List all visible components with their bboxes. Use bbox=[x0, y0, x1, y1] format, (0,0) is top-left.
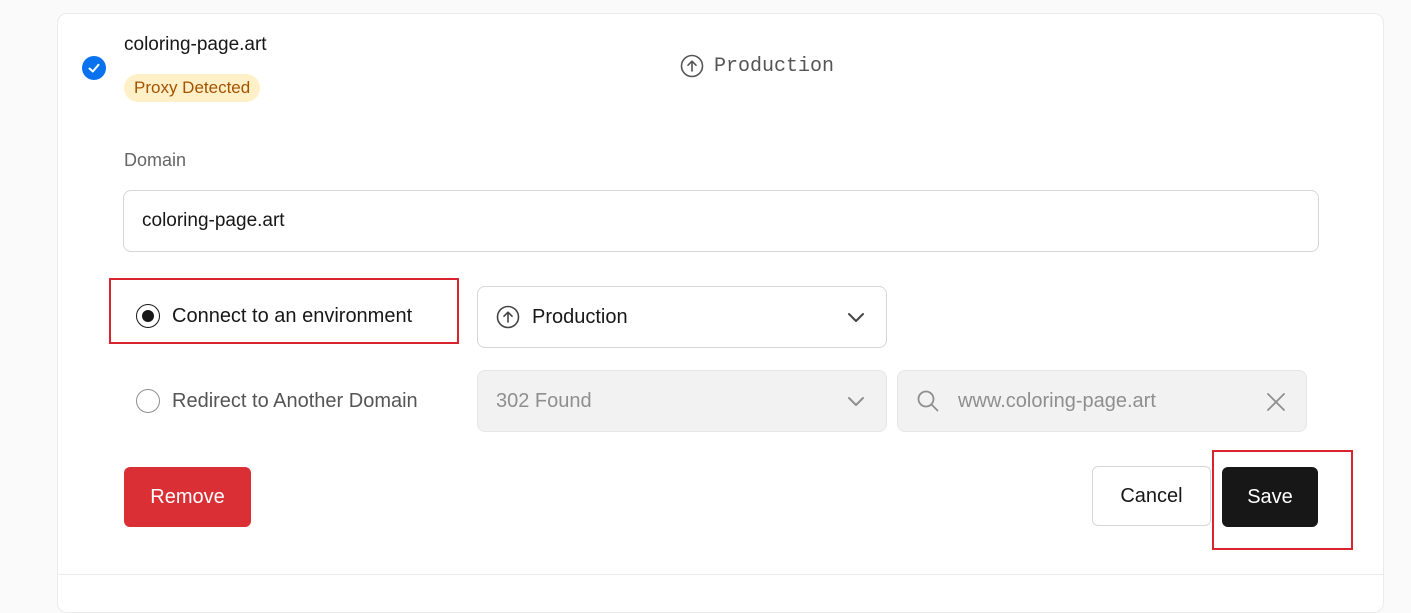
card-divider bbox=[57, 574, 1384, 575]
domain-input[interactable] bbox=[123, 190, 1319, 252]
radio-connect-environment[interactable]: Connect to an environment bbox=[136, 304, 412, 328]
redirect-target-input[interactable]: www.coloring-page.art bbox=[897, 370, 1307, 432]
cancel-button[interactable]: Cancel bbox=[1092, 466, 1211, 526]
status-code-select[interactable]: 302 Found bbox=[477, 370, 887, 432]
search-icon bbox=[917, 390, 939, 412]
annotation-highlight-save bbox=[1212, 450, 1353, 550]
domain-title: coloring-page.art bbox=[124, 34, 267, 55]
close-icon[interactable] bbox=[1266, 392, 1286, 412]
radio-redirect-label: Redirect to Another Domain bbox=[172, 389, 418, 412]
chevron-down-icon bbox=[848, 313, 864, 322]
radio-redirect-domain[interactable]: Redirect to Another Domain bbox=[136, 389, 418, 413]
status-code-select-value: 302 Found bbox=[496, 389, 592, 412]
environment-select-value: Production bbox=[532, 305, 628, 328]
domain-selected-checkbox[interactable] bbox=[82, 56, 106, 80]
arrow-up-circle-icon bbox=[496, 305, 520, 329]
environment-select[interactable]: Production bbox=[477, 286, 887, 348]
radio-redirect-indicator[interactable] bbox=[136, 389, 160, 413]
environment-label: Production bbox=[714, 54, 835, 78]
check-icon bbox=[88, 63, 100, 73]
domain-field-label: Domain bbox=[124, 150, 187, 170]
redirect-target-placeholder: www.coloring-page.art bbox=[958, 389, 1156, 412]
chevron-down-icon bbox=[848, 397, 864, 406]
radio-connect-indicator[interactable] bbox=[136, 304, 160, 328]
proxy-detected-badge: Proxy Detected bbox=[124, 74, 261, 102]
radio-connect-label: Connect to an environment bbox=[172, 304, 413, 327]
remove-button[interactable]: Remove bbox=[124, 467, 251, 527]
arrow-up-circle-icon bbox=[680, 54, 704, 78]
environment-indicator: Production bbox=[680, 54, 834, 78]
